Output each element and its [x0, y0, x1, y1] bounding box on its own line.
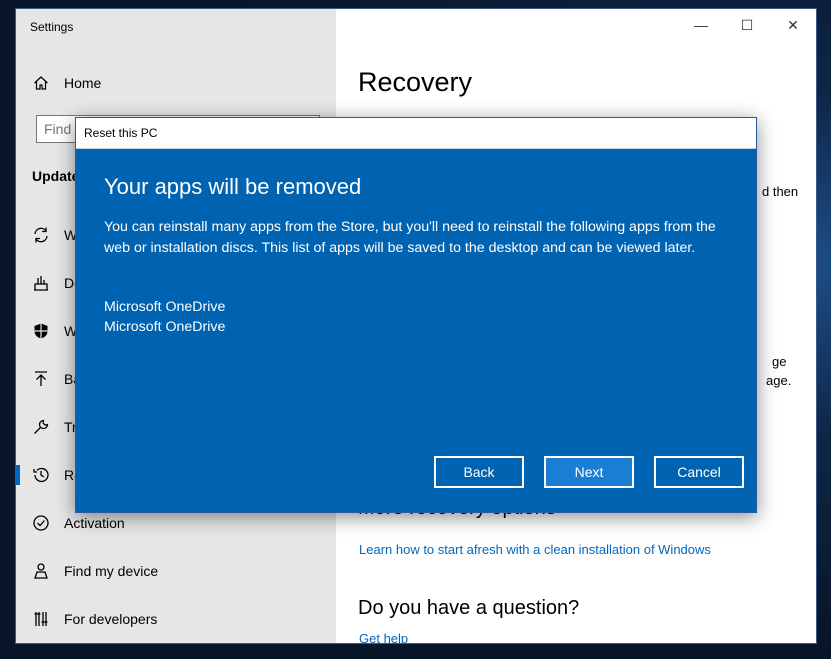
reset-pc-dialog: Reset this PC Your apps will be removed …: [75, 117, 757, 513]
app-title: Settings: [30, 20, 74, 34]
dialog-titlebar: Reset this PC: [76, 118, 756, 149]
person-pin-icon: [32, 562, 50, 580]
developer-tools-icon: [32, 610, 50, 628]
clean-install-link[interactable]: Learn how to start afresh with a clean i…: [359, 542, 711, 557]
reset-description-text: d then: [762, 184, 799, 199]
sidebar-item-label: For developers: [64, 611, 158, 627]
shield-icon: [32, 322, 50, 340]
sidebar-item-find-my-device[interactable]: Find my device: [16, 553, 336, 589]
next-button[interactable]: Next: [544, 456, 634, 488]
section-heading: Update: [32, 168, 80, 184]
history-icon: [32, 466, 50, 484]
page-title: Recovery: [358, 67, 473, 97]
dialog-title: Reset this PC: [84, 126, 158, 140]
sync-icon: [32, 226, 50, 244]
dialog-body-text: You can reinstall many apps from the Sto…: [104, 219, 716, 256]
backup-arrow-icon: [32, 370, 50, 388]
cancel-button[interactable]: Cancel: [654, 456, 744, 488]
sidebar-item-for-developers[interactable]: For developers: [16, 601, 336, 637]
sidebar-item-label: Activation: [64, 515, 125, 531]
get-help-link[interactable]: Get help: [359, 631, 408, 643]
question-heading: Do you have a question?: [358, 597, 580, 619]
close-button[interactable]: ✕: [770, 9, 816, 41]
startup-description-text-1: ge: [772, 354, 787, 369]
minimize-button[interactable]: —: [678, 9, 724, 41]
dialog-heading: Your apps will be removed: [104, 174, 362, 199]
back-button[interactable]: Back: [434, 456, 524, 488]
wrench-icon: [32, 418, 50, 436]
check-circle-icon: [32, 514, 50, 532]
list-item: Microsoft OneDrive: [104, 299, 226, 315]
sidebar-item-label: Find my device: [64, 563, 159, 579]
window-controls: — ☐ ✕: [678, 9, 816, 41]
list-item: Microsoft OneDrive: [104, 319, 226, 335]
app-list: Microsoft OneDrive Microsoft OneDrive: [104, 297, 225, 337]
sidebar-item-home[interactable]: Home: [16, 65, 336, 101]
home-icon: [32, 74, 50, 92]
sidebar-item-label: Home: [64, 75, 102, 91]
startup-description-text-2: age.: [766, 373, 792, 388]
delivery-icon: [32, 274, 50, 292]
maximize-button[interactable]: ☐: [724, 9, 770, 41]
